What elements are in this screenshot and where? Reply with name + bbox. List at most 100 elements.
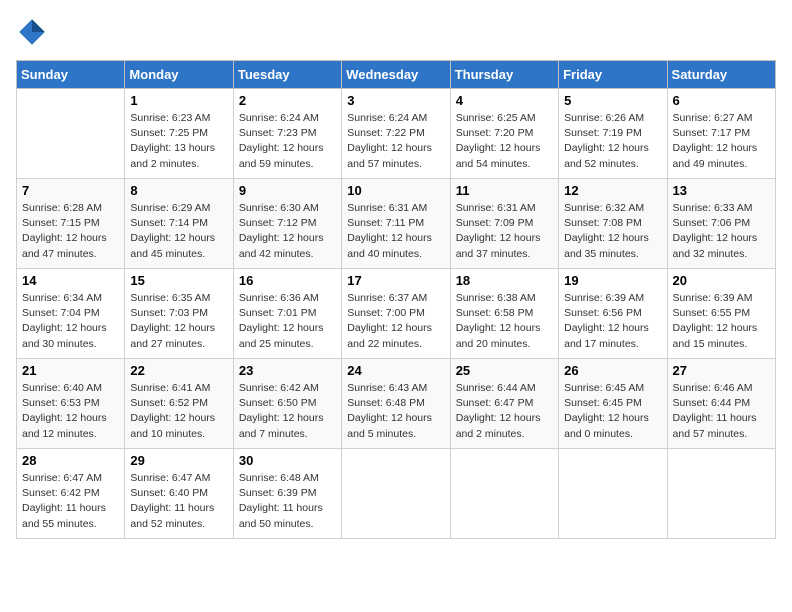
calendar-cell: 8 Sunrise: 6:29 AM Sunset: 7:14 PM Daylig… bbox=[125, 179, 233, 269]
cell-info: Sunrise: 6:26 AM Sunset: 7:19 PM Dayligh… bbox=[564, 111, 661, 172]
calendar-cell: 29 Sunrise: 6:47 AM Sunset: 6:40 PM Dayli… bbox=[125, 449, 233, 539]
day-number: 24 bbox=[347, 363, 444, 378]
col-header-thursday: Thursday bbox=[450, 61, 558, 89]
calendar-cell bbox=[342, 449, 450, 539]
cell-info: Sunrise: 6:40 AM Sunset: 6:53 PM Dayligh… bbox=[22, 381, 119, 442]
cell-info: Sunrise: 6:30 AM Sunset: 7:12 PM Dayligh… bbox=[239, 201, 336, 262]
day-number: 10 bbox=[347, 183, 444, 198]
calendar-cell: 23Sunrise: 6:42 AM Sunset: 6:50 PM Dayli… bbox=[233, 359, 341, 449]
col-header-sunday: Sunday bbox=[17, 61, 125, 89]
cell-info: Sunrise: 6:38 AM Sunset: 6:58 PM Dayligh… bbox=[456, 291, 553, 352]
cell-info: Sunrise: 6:39 AM Sunset: 6:56 PM Dayligh… bbox=[564, 291, 661, 352]
day-number: 18 bbox=[456, 273, 553, 288]
calendar-cell: 14 Sunrise: 6:34 AM Sunset: 7:04 PM Dayli… bbox=[17, 269, 125, 359]
day-number: 5 bbox=[564, 93, 661, 108]
calendar-cell: 9 Sunrise: 6:30 AM Sunset: 7:12 PM Daylig… bbox=[233, 179, 341, 269]
cell-info: Sunrise: 6:32 AM Sunset: 7:08 PM Dayligh… bbox=[564, 201, 661, 262]
cell-info: Sunrise: 6:47 AM Sunset: 6:40 PM Dayligh… bbox=[130, 471, 227, 532]
cell-info: Sunrise: 6:33 AM Sunset: 7:06 PM Dayligh… bbox=[673, 201, 770, 262]
calendar-cell: 5 Sunrise: 6:26 AM Sunset: 7:19 PM Daylig… bbox=[559, 89, 667, 179]
day-number: 19 bbox=[564, 273, 661, 288]
cell-info: Sunrise: 6:27 AM Sunset: 7:17 PM Dayligh… bbox=[673, 111, 770, 172]
calendar-cell: 3 Sunrise: 6:24 AM Sunset: 7:22 PM Daylig… bbox=[342, 89, 450, 179]
calendar-cell: 26 Sunrise: 6:45 AM Sunset: 6:45 PM Dayli… bbox=[559, 359, 667, 449]
calendar-cell bbox=[450, 449, 558, 539]
day-number: 15 bbox=[130, 273, 227, 288]
calendar-cell: 18 Sunrise: 6:38 AM Sunset: 6:58 PM Dayli… bbox=[450, 269, 558, 359]
day-number: 6 bbox=[673, 93, 770, 108]
day-number: 13 bbox=[673, 183, 770, 198]
day-number: 8 bbox=[130, 183, 227, 198]
day-number: 29 bbox=[130, 453, 227, 468]
calendar-cell: 16 Sunrise: 6:36 AM Sunset: 7:01 PM Dayli… bbox=[233, 269, 341, 359]
day-number: 3 bbox=[347, 93, 444, 108]
calendar-cell bbox=[667, 449, 775, 539]
calendar-cell: 7 Sunrise: 6:28 AM Sunset: 7:15 PM Daylig… bbox=[17, 179, 125, 269]
col-header-wednesday: Wednesday bbox=[342, 61, 450, 89]
calendar-cell: 4 Sunrise: 6:25 AM Sunset: 7:20 PM Daylig… bbox=[450, 89, 558, 179]
cell-info: Sunrise: 6:44 AM Sunset: 6:47 PM Dayligh… bbox=[456, 381, 553, 442]
day-number: 27 bbox=[673, 363, 770, 378]
cell-info: Sunrise: 6:45 AM Sunset: 6:45 PM Dayligh… bbox=[564, 381, 661, 442]
calendar-cell: 24 Sunrise: 6:43 AM Sunset: 6:48 PM Dayli… bbox=[342, 359, 450, 449]
cell-info: Sunrise: 6:37 AM Sunset: 7:00 PM Dayligh… bbox=[347, 291, 444, 352]
cell-info: Sunrise: 6:28 AM Sunset: 7:15 PM Dayligh… bbox=[22, 201, 119, 262]
calendar-cell: 21 Sunrise: 6:40 AM Sunset: 6:53 PM Dayli… bbox=[17, 359, 125, 449]
cell-info: Sunrise: 6:36 AM Sunset: 7:01 PM Dayligh… bbox=[239, 291, 336, 352]
day-number: 22 bbox=[130, 363, 227, 378]
day-number: 20 bbox=[673, 273, 770, 288]
calendar-cell: 1 Sunrise: 6:23 AM Sunset: 7:25 PM Daylig… bbox=[125, 89, 233, 179]
day-number: 1 bbox=[130, 93, 227, 108]
calendar-cell: 10 Sunrise: 6:31 AM Sunset: 7:11 PM Dayli… bbox=[342, 179, 450, 269]
cell-info: Sunrise: 6:41 AM Sunset: 6:52 PM Dayligh… bbox=[130, 381, 227, 442]
cell-info: Sunrise: 6:43 AM Sunset: 6:48 PM Dayligh… bbox=[347, 381, 444, 442]
cell-info: Sunrise: 6:47 AM Sunset: 6:42 PM Dayligh… bbox=[22, 471, 119, 532]
cell-info: Sunrise: 6:46 AM Sunset: 6:44 PM Dayligh… bbox=[673, 381, 770, 442]
day-number: 26 bbox=[564, 363, 661, 378]
cell-info: Sunrise: 6:39 AM Sunset: 6:55 PM Dayligh… bbox=[673, 291, 770, 352]
cell-info: Sunrise: 6:34 AM Sunset: 7:04 PM Dayligh… bbox=[22, 291, 119, 352]
calendar-cell: 27 Sunrise: 6:46 AM Sunset: 6:44 PM Dayli… bbox=[667, 359, 775, 449]
cell-info: Sunrise: 6:25 AM Sunset: 7:20 PM Dayligh… bbox=[456, 111, 553, 172]
calendar-cell: 30 Sunrise: 6:48 AM Sunset: 6:39 PM Dayli… bbox=[233, 449, 341, 539]
calendar-cell: 12 Sunrise: 6:32 AM Sunset: 7:08 PM Dayli… bbox=[559, 179, 667, 269]
calendar-cell: 11 Sunrise: 6:31 AM Sunset: 7:09 PM Dayli… bbox=[450, 179, 558, 269]
col-header-monday: Monday bbox=[125, 61, 233, 89]
day-number: 12 bbox=[564, 183, 661, 198]
calendar-cell: 15Sunrise: 6:35 AM Sunset: 7:03 PM Dayli… bbox=[125, 269, 233, 359]
cell-info: Sunrise: 6:31 AM Sunset: 7:09 PM Dayligh… bbox=[456, 201, 553, 262]
cell-info: Sunrise: 6:31 AM Sunset: 7:11 PM Dayligh… bbox=[347, 201, 444, 262]
day-number: 28 bbox=[22, 453, 119, 468]
col-header-saturday: Saturday bbox=[667, 61, 775, 89]
calendar-cell: 2 Sunrise: 6:24 AM Sunset: 7:23 PM Daylig… bbox=[233, 89, 341, 179]
logo-icon bbox=[16, 16, 48, 48]
day-number: 21 bbox=[22, 363, 119, 378]
cell-info: Sunrise: 6:24 AM Sunset: 7:22 PM Dayligh… bbox=[347, 111, 444, 172]
col-header-tuesday: Tuesday bbox=[233, 61, 341, 89]
calendar-cell: 17Sunrise: 6:37 AM Sunset: 7:00 PM Dayli… bbox=[342, 269, 450, 359]
calendar-cell: 19 Sunrise: 6:39 AM Sunset: 6:56 PM Dayli… bbox=[559, 269, 667, 359]
calendar-table: SundayMondayTuesdayWednesdayThursdayFrid… bbox=[16, 60, 776, 539]
day-number: 11 bbox=[456, 183, 553, 198]
cell-info: Sunrise: 6:24 AM Sunset: 7:23 PM Dayligh… bbox=[239, 111, 336, 172]
calendar-cell: 13 Sunrise: 6:33 AM Sunset: 7:06 PM Dayli… bbox=[667, 179, 775, 269]
day-number: 9 bbox=[239, 183, 336, 198]
day-number: 7 bbox=[22, 183, 119, 198]
day-number: 14 bbox=[22, 273, 119, 288]
day-number: 2 bbox=[239, 93, 336, 108]
day-number: 25 bbox=[456, 363, 553, 378]
day-number: 30 bbox=[239, 453, 336, 468]
calendar-cell: 22 Sunrise: 6:41 AM Sunset: 6:52 PM Dayli… bbox=[125, 359, 233, 449]
calendar-cell bbox=[17, 89, 125, 179]
page-header bbox=[16, 16, 776, 48]
day-number: 4 bbox=[456, 93, 553, 108]
cell-info: Sunrise: 6:23 AM Sunset: 7:25 PM Dayligh… bbox=[130, 111, 227, 172]
cell-info: Sunrise: 6:29 AM Sunset: 7:14 PM Dayligh… bbox=[130, 201, 227, 262]
calendar-cell: 20 Sunrise: 6:39 AM Sunset: 6:55 PM Dayli… bbox=[667, 269, 775, 359]
calendar-cell bbox=[559, 449, 667, 539]
day-number: 16 bbox=[239, 273, 336, 288]
calendar-cell: 28 Sunrise: 6:47 AM Sunset: 6:42 PM Dayli… bbox=[17, 449, 125, 539]
cell-info: Sunrise: 6:48 AM Sunset: 6:39 PM Dayligh… bbox=[239, 471, 336, 532]
logo bbox=[16, 16, 54, 48]
calendar-cell: 6 Sunrise: 6:27 AM Sunset: 7:17 PM Daylig… bbox=[667, 89, 775, 179]
